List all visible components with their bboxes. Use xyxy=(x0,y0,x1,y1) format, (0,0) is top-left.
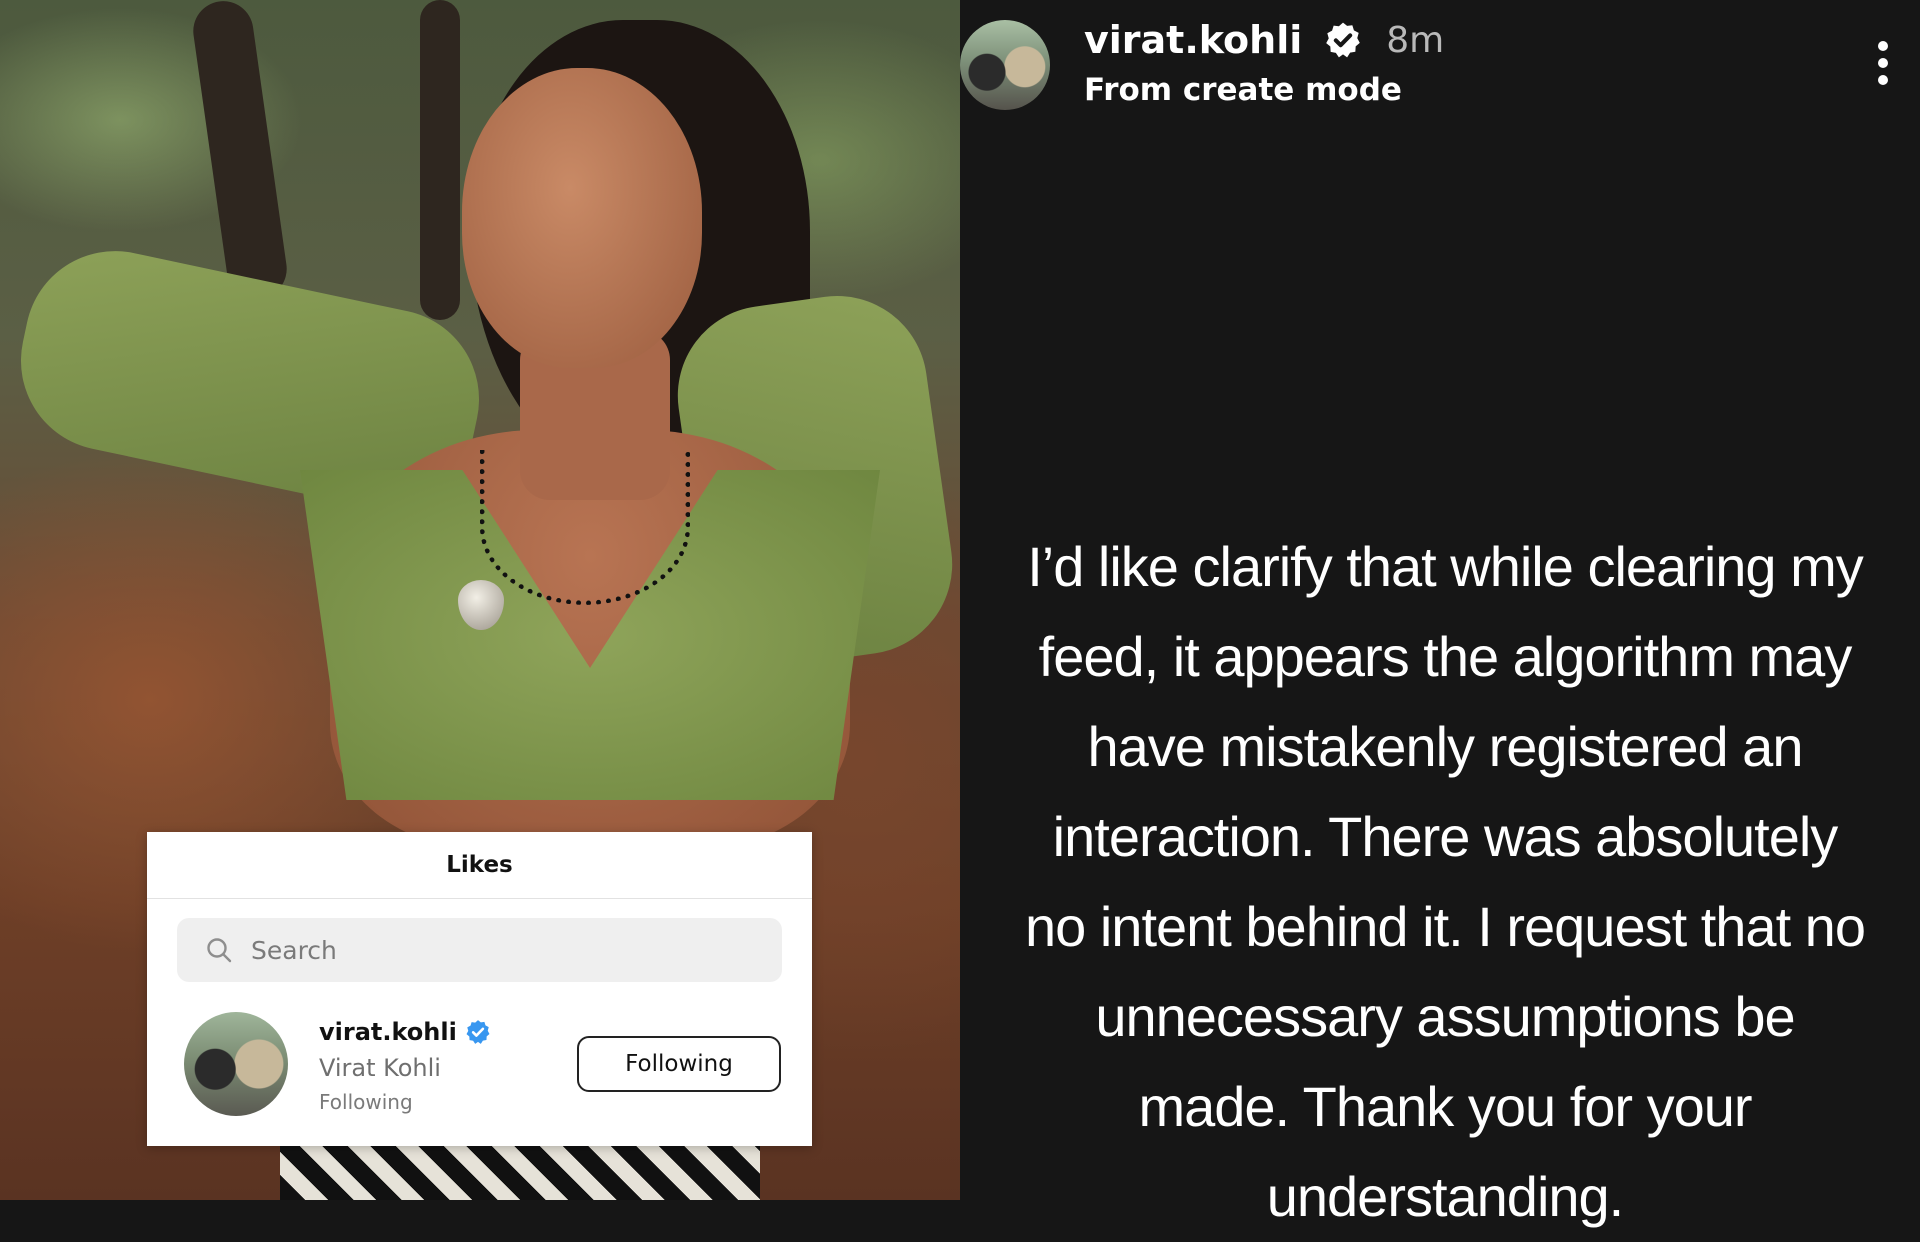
following-button[interactable]: Following xyxy=(577,1036,781,1092)
likes-card: Likes virat.kohli Virat Kohli Following … xyxy=(147,832,812,1146)
user-handle[interactable]: virat.kohli xyxy=(319,1018,457,1046)
post-photo: Likes virat.kohli Virat Kohli Following … xyxy=(0,0,960,1200)
story-username[interactable]: virat.kohli xyxy=(1084,18,1302,62)
patterned-pants xyxy=(280,1140,760,1200)
story-panel: virat.kohli 8m From create mode I’d like… xyxy=(960,0,1920,1228)
avatar[interactable] xyxy=(184,1012,288,1116)
story-text: I’d like clarify that while clearing my … xyxy=(1025,535,1866,1228)
verified-badge-icon xyxy=(1326,22,1361,58)
search-input[interactable] xyxy=(249,934,733,966)
likes-title: Likes xyxy=(147,832,812,899)
necklace xyxy=(480,450,690,605)
user-full-name: Virat Kohli xyxy=(319,1054,441,1082)
more-options-icon[interactable] xyxy=(1876,40,1890,86)
person-face xyxy=(462,68,702,368)
user-name-row: virat.kohli xyxy=(319,1018,491,1046)
story-timestamp: 8m xyxy=(1386,19,1445,61)
story-subtitle: From create mode xyxy=(1084,72,1402,108)
tree-trunk xyxy=(189,0,291,303)
tree-trunk xyxy=(420,0,460,320)
story-avatar[interactable] xyxy=(960,20,1050,110)
user-follow-status: Following xyxy=(319,1090,413,1114)
search-icon xyxy=(207,938,232,963)
story-header: virat.kohli 8m xyxy=(1084,18,1444,62)
verified-badge-icon xyxy=(466,1020,490,1044)
search-bar[interactable] xyxy=(177,918,782,982)
